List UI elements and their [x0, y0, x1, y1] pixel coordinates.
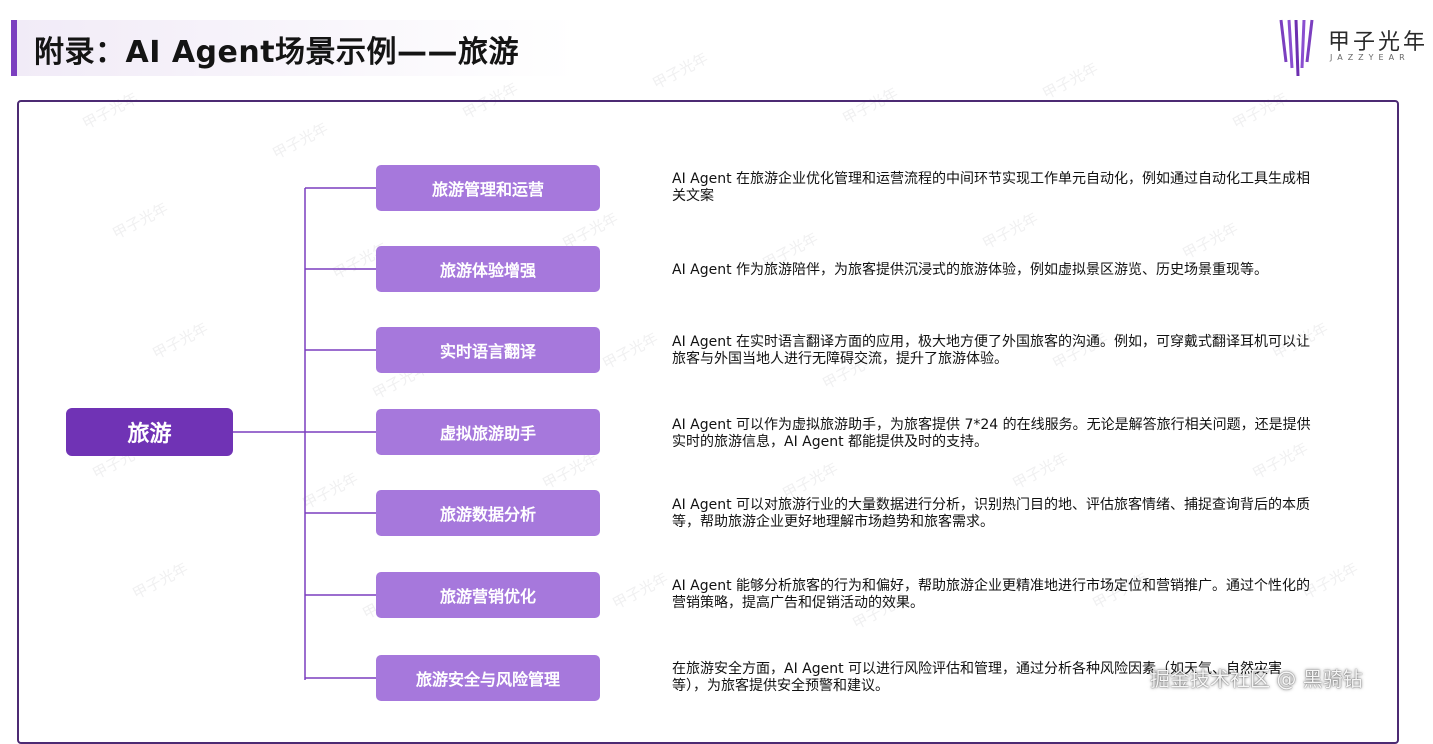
footer-credit: 掘金技术社区 @ 黑骑钻	[1150, 667, 1363, 691]
branch-node: 实时语言翻译	[376, 327, 600, 373]
branch-node: 旅游安全与风险管理	[376, 655, 600, 701]
root-node: 旅游	[66, 408, 233, 456]
branch-description: AI Agent 可以对旅游行业的大量数据进行分析，识别热门目的地、评估旅客情绪…	[672, 497, 1311, 530]
branch-description: AI Agent 能够分析旅客的行为和偏好，帮助旅游企业更精准地进行市场定位和营…	[672, 578, 1311, 611]
branch-description: AI Agent 在实时语言翻译方面的应用，极大地方便了外国旅客的沟通。例如，可…	[672, 334, 1311, 367]
branch-node: 旅游数据分析	[376, 490, 600, 536]
branch-description: AI Agent 可以作为虚拟旅游助手，为旅客提供 7*24 的在线服务。无论是…	[672, 417, 1311, 450]
branch-node: 旅游营销优化	[376, 572, 600, 618]
branch-description: AI Agent 作为旅游陪伴，为旅客提供沉浸式的旅游体验，例如虚拟景区游览、历…	[672, 262, 1269, 278]
branch-node: 旅游管理和运营	[376, 165, 600, 211]
branch-description: AI Agent 在旅游企业优化管理和运营流程的中间环节实现工作单元自动化，例如…	[672, 171, 1311, 204]
branch-node: 旅游体验增强	[376, 246, 600, 292]
branch-node: 虚拟旅游助手	[376, 409, 600, 455]
